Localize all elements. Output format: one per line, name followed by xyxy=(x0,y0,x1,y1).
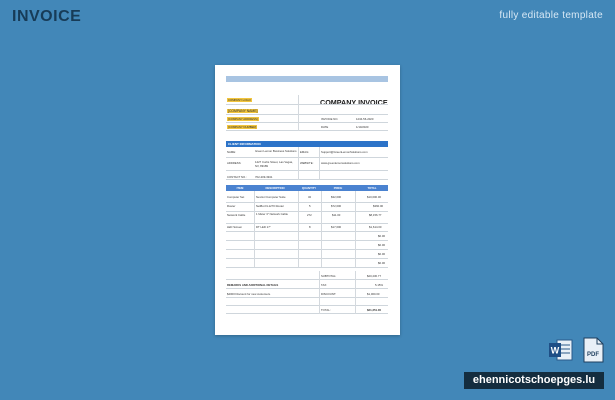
svg-text:W: W xyxy=(551,346,560,356)
divider xyxy=(226,305,388,306)
website-label: WEBSITE: xyxy=(300,161,314,165)
col-item: ITEM xyxy=(236,186,244,190)
item-desc: NextLvl Computer Suite xyxy=(256,195,286,199)
column-line xyxy=(321,191,322,267)
divider xyxy=(226,170,388,171)
col-total: TOTAL xyxy=(367,186,377,190)
word-icon[interactable]: W xyxy=(549,339,573,361)
website-value: www.greenlemonsolutions.com xyxy=(321,161,360,165)
col-quantity: QUANTITY xyxy=(301,186,317,190)
column-line xyxy=(254,191,255,267)
company-address: [COMPANY ADDRESS] xyxy=(227,117,259,121)
brand-label: ehennicotschoepges.lu xyxy=(464,372,604,389)
invoice-no-value: 1234-56-2020 xyxy=(356,117,374,121)
pdf-icon[interactable]: PDF xyxy=(582,337,604,363)
column-line xyxy=(298,95,299,131)
divider xyxy=(226,130,388,131)
subtotal-label: SUBTOTAL: xyxy=(321,274,337,278)
company-name: [COMPANY NAME] xyxy=(227,109,259,113)
item-qty: 5 xyxy=(309,204,311,208)
empty-row-total: $0.00 xyxy=(378,234,385,238)
tax-value: 5.15% xyxy=(375,283,383,287)
col-description: DESCRIPTION xyxy=(265,186,285,190)
discount-value: $1,000.00 xyxy=(367,292,380,296)
divider xyxy=(226,157,388,158)
column-line xyxy=(319,147,320,180)
item-name: Computer Set xyxy=(227,195,245,199)
divider xyxy=(226,104,388,105)
item-qty: 8 xyxy=(309,225,311,229)
item-total: $1,614.00 xyxy=(369,225,382,229)
remarks-value: $4000 Discount for new customers. xyxy=(227,292,271,296)
col-price: PRICE xyxy=(333,186,343,190)
column-line xyxy=(355,191,356,267)
address-value: 1427 Curtis Street, Las Vegas, NV, 89189 xyxy=(255,160,293,168)
item-total: $10,000.00 xyxy=(367,195,381,199)
client-info-header: CLIENT INFORMATION xyxy=(226,141,388,147)
divider xyxy=(226,202,388,203)
item-name: LED Screen xyxy=(227,225,243,229)
company-number: [COMPANY NUMBER] xyxy=(227,125,258,129)
item-price: $17,000 xyxy=(331,225,342,229)
header-bar xyxy=(226,76,388,82)
item-total: $8,156.77 xyxy=(369,213,382,217)
invoice-preview[interactable]: COMPANY LOGO [COMPANY NAME] [COMPANY ADD… xyxy=(215,65,400,335)
name-label: NAME: xyxy=(227,150,236,154)
item-qty: 272 xyxy=(307,213,312,217)
divider xyxy=(226,122,388,123)
total-value: $21,251.00 xyxy=(367,308,381,312)
divider xyxy=(226,313,388,314)
item-name: Network Cable xyxy=(227,213,246,217)
subtotal-value: $20,230.77 xyxy=(367,274,381,278)
divider xyxy=(226,114,388,115)
table-row: Network Cable 1 Meter 3" Network Cable 2… xyxy=(227,212,389,223)
item-desc: 1 Meter 3" Network Cable xyxy=(256,212,288,216)
item-price: $72,000 xyxy=(331,204,342,208)
tax-label: TAX: xyxy=(321,283,328,287)
invoice-no-label: INVOICE NO. xyxy=(321,117,339,121)
column-line xyxy=(298,147,299,180)
divider xyxy=(226,288,388,289)
email-label: EMAIL: xyxy=(300,150,310,154)
discount-label: DISCOUNT: xyxy=(321,292,337,296)
item-price: $11.00 xyxy=(332,213,341,217)
divider xyxy=(226,211,388,212)
page-subtitle: fully editable template xyxy=(499,10,603,21)
invoice-title: COMPANY INVOICE xyxy=(320,98,388,107)
item-desc: NetBut FL1270 Router xyxy=(256,204,284,208)
divider xyxy=(226,240,388,241)
item-price: $32,000 xyxy=(331,195,342,199)
total-label: TOTAL: xyxy=(321,308,331,312)
svg-text:PDF: PDF xyxy=(587,352,599,358)
date-label: DATE xyxy=(321,125,329,129)
column-line xyxy=(319,271,320,314)
item-name: Router xyxy=(227,204,236,208)
date-value: 1/10/2020 xyxy=(356,125,369,129)
divider xyxy=(226,258,388,259)
page-title: INVOICE xyxy=(12,8,82,25)
email-value: Support@GreenLemonSolutions.com xyxy=(321,150,368,154)
address-label: ADDRESS: xyxy=(227,161,242,165)
divider xyxy=(226,223,388,224)
divider xyxy=(226,267,388,268)
item-desc: DT LED 17" xyxy=(256,225,271,229)
divider xyxy=(226,231,388,232)
divider xyxy=(226,179,388,180)
remarks-label: REMARKS AND ADDITIONAL DETAILS xyxy=(227,283,279,287)
name-value: Green Lemon Business Solutions xyxy=(255,149,297,153)
items-table-header: ITEM DESCRIPTION QUANTITY PRICE TOTAL xyxy=(226,185,388,191)
item-total: $360.00 xyxy=(373,204,384,208)
divider xyxy=(226,297,388,298)
item-qty: 32 xyxy=(308,195,312,199)
divider xyxy=(226,249,388,250)
divider xyxy=(226,279,388,280)
empty-row-total: $0.00 xyxy=(378,261,385,265)
company-logo: COMPANY LOGO xyxy=(227,98,252,102)
empty-row-total: $0.00 xyxy=(378,243,385,247)
column-line xyxy=(355,271,356,314)
empty-row-total: $0.00 xyxy=(378,252,385,256)
column-line xyxy=(298,191,299,267)
